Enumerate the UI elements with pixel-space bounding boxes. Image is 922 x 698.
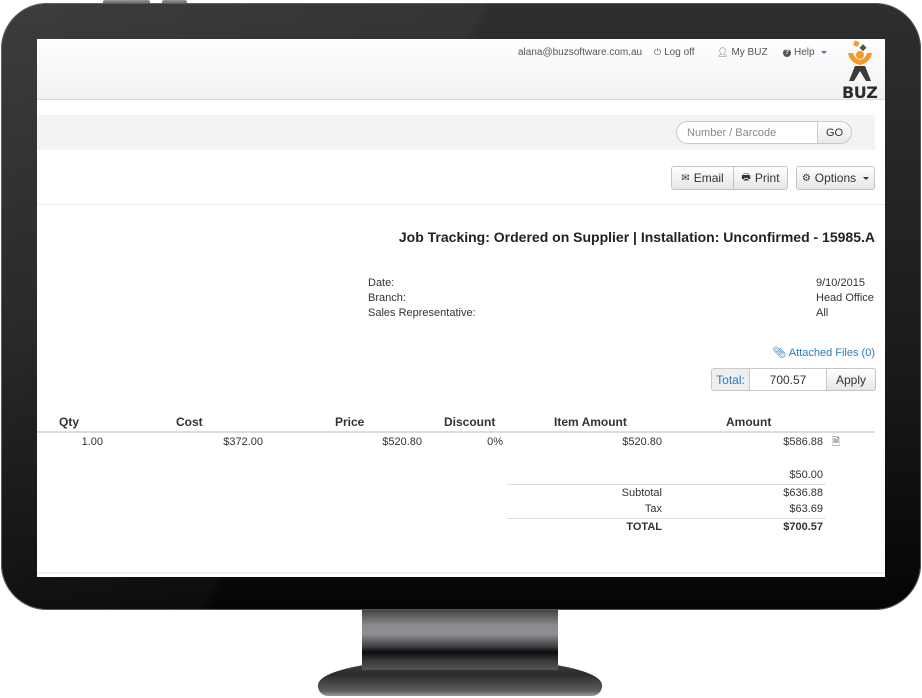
column-header-discount: Discount [444, 415, 496, 429]
meta-row-branch: Branch: Head Office [368, 291, 876, 306]
barcode-search-group: GO [676, 121, 852, 144]
question-circle-icon: ? [783, 48, 791, 57]
page-title: Job Tracking: Ordered on Supplier | Inst… [398, 229, 875, 245]
meta-label: Sales Representative: [368, 307, 476, 319]
top-header: alana@buzsoftware.com.au ⏻ Log off 👤︎ My… [37, 39, 885, 102]
job-meta: Date: 9/10/2015 Branch: Head Office Sale… [368, 276, 876, 321]
envelope-icon: ✉ [681, 172, 690, 184]
monitor-mockup: alana@buzsoftware.com.au ⏻ Log off 👤︎ My… [0, 0, 922, 698]
table-row[interactable]: 1.00 $372.00 $520.80 0% $520.80 $586.88 … [37, 433, 875, 451]
total-input[interactable] [749, 368, 827, 391]
extra-charge-value: $50.00 [789, 469, 823, 481]
tax-value: $63.69 [789, 503, 823, 515]
summary-total-row: TOTAL $700.57 [507, 518, 826, 535]
line-items-table: Qty Cost Price Discount Item Amount Amou… [37, 415, 875, 451]
power-icon: ⏻ [654, 47, 662, 57]
column-header-price: Price [335, 415, 365, 429]
attached-files-label: Attached Files (0) [788, 347, 875, 359]
buz-logo-text: BUZ [842, 83, 878, 102]
cell-price: $520.80 [382, 436, 422, 448]
print-label: Print [754, 171, 780, 185]
column-header-item-amount: Item Amount [554, 415, 627, 429]
logo-legs [849, 66, 871, 81]
options-label: Options [814, 171, 857, 185]
column-header-amount: Amount [726, 415, 772, 429]
total-label: Total: [711, 368, 749, 391]
subtotal-value: $636.88 [783, 487, 823, 499]
caret-down-icon [863, 176, 870, 180]
meta-value: Head Office [816, 292, 874, 304]
logoff-link[interactable]: ⏻ Log off [654, 47, 695, 58]
document-icon[interactable]: 🗎︎ [832, 434, 840, 452]
email-label: Email [693, 171, 724, 185]
help-label: Help [794, 47, 815, 58]
summary-subtotal-row: Subtotal $636.88 [507, 484, 826, 501]
paperclip-icon: 📎︎ [772, 347, 787, 359]
attached-files-link[interactable]: 📎︎ Attached Files (0) [772, 346, 875, 359]
print-button[interactable]: 🖶︎ Print [733, 166, 788, 190]
mybuz-link[interactable]: 👤︎ My BUZ [717, 47, 768, 58]
options-dropdown-button[interactable]: ⚙ Options [796, 166, 875, 190]
total-label: TOTAL [626, 521, 662, 533]
help-dropdown[interactable]: ? Help [783, 47, 827, 58]
logoff-label: Log off [664, 47, 695, 58]
meta-row-sales-rep: Sales Representative: All [368, 306, 876, 321]
number-barcode-input[interactable] [676, 121, 817, 144]
printer-icon: 🖶︎ [741, 171, 751, 183]
search-bar: GO [37, 115, 875, 150]
monitor-stand-neck [362, 610, 558, 670]
apply-button[interactable]: Apply [827, 368, 876, 391]
logo-square-gray [859, 44, 867, 52]
user-icon: 👤︎ [717, 47, 729, 57]
total-value: $700.57 [783, 521, 823, 533]
column-header-cost: Cost [176, 415, 203, 429]
summary-extra-row: $50.00 [507, 467, 826, 484]
user-email: alana@buzsoftware.com.au [518, 47, 643, 58]
go-button[interactable]: GO [817, 121, 852, 144]
total-override-form: Total: Apply [711, 368, 876, 391]
logo-head [856, 51, 864, 59]
summary-tax-row: Tax $63.69 [507, 501, 826, 518]
cell-discount: 0% [487, 436, 503, 448]
cell-qty: 1.00 [81, 436, 103, 448]
cell-amount: $586.88 [783, 436, 823, 448]
meta-label: Date: [368, 277, 395, 289]
meta-value: All [816, 307, 829, 319]
meta-value: 9/10/2015 [816, 277, 865, 289]
meta-label: Branch: [368, 292, 406, 304]
subtotal-label: Subtotal [621, 487, 662, 499]
caret-down-icon [820, 51, 827, 54]
cell-item-amount: $520.80 [622, 436, 662, 448]
table-header: Qty Cost Price Discount Item Amount Amou… [37, 415, 875, 433]
user-email-link[interactable]: alana@buzsoftware.com.au [518, 47, 642, 58]
cell-cost: $372.00 [223, 436, 263, 448]
gear-icon: ⚙ [801, 172, 811, 184]
column-header-qty: Qty [59, 415, 80, 429]
totals-summary: $50.00 Subtotal $636.88 Tax $63.69 TOTAL… [507, 467, 826, 535]
toolbar-divider [37, 204, 885, 205]
app-screen: alana@buzsoftware.com.au ⏻ Log off 👤︎ My… [37, 39, 885, 577]
mybuz-label: My BUZ [731, 47, 768, 58]
footer-divider [37, 572, 885, 574]
tax-label: Tax [644, 503, 662, 515]
logo-square-orange [853, 40, 860, 47]
meta-row-date: Date: 9/10/2015 [368, 276, 876, 291]
email-button[interactable]: ✉ Email [671, 166, 734, 190]
